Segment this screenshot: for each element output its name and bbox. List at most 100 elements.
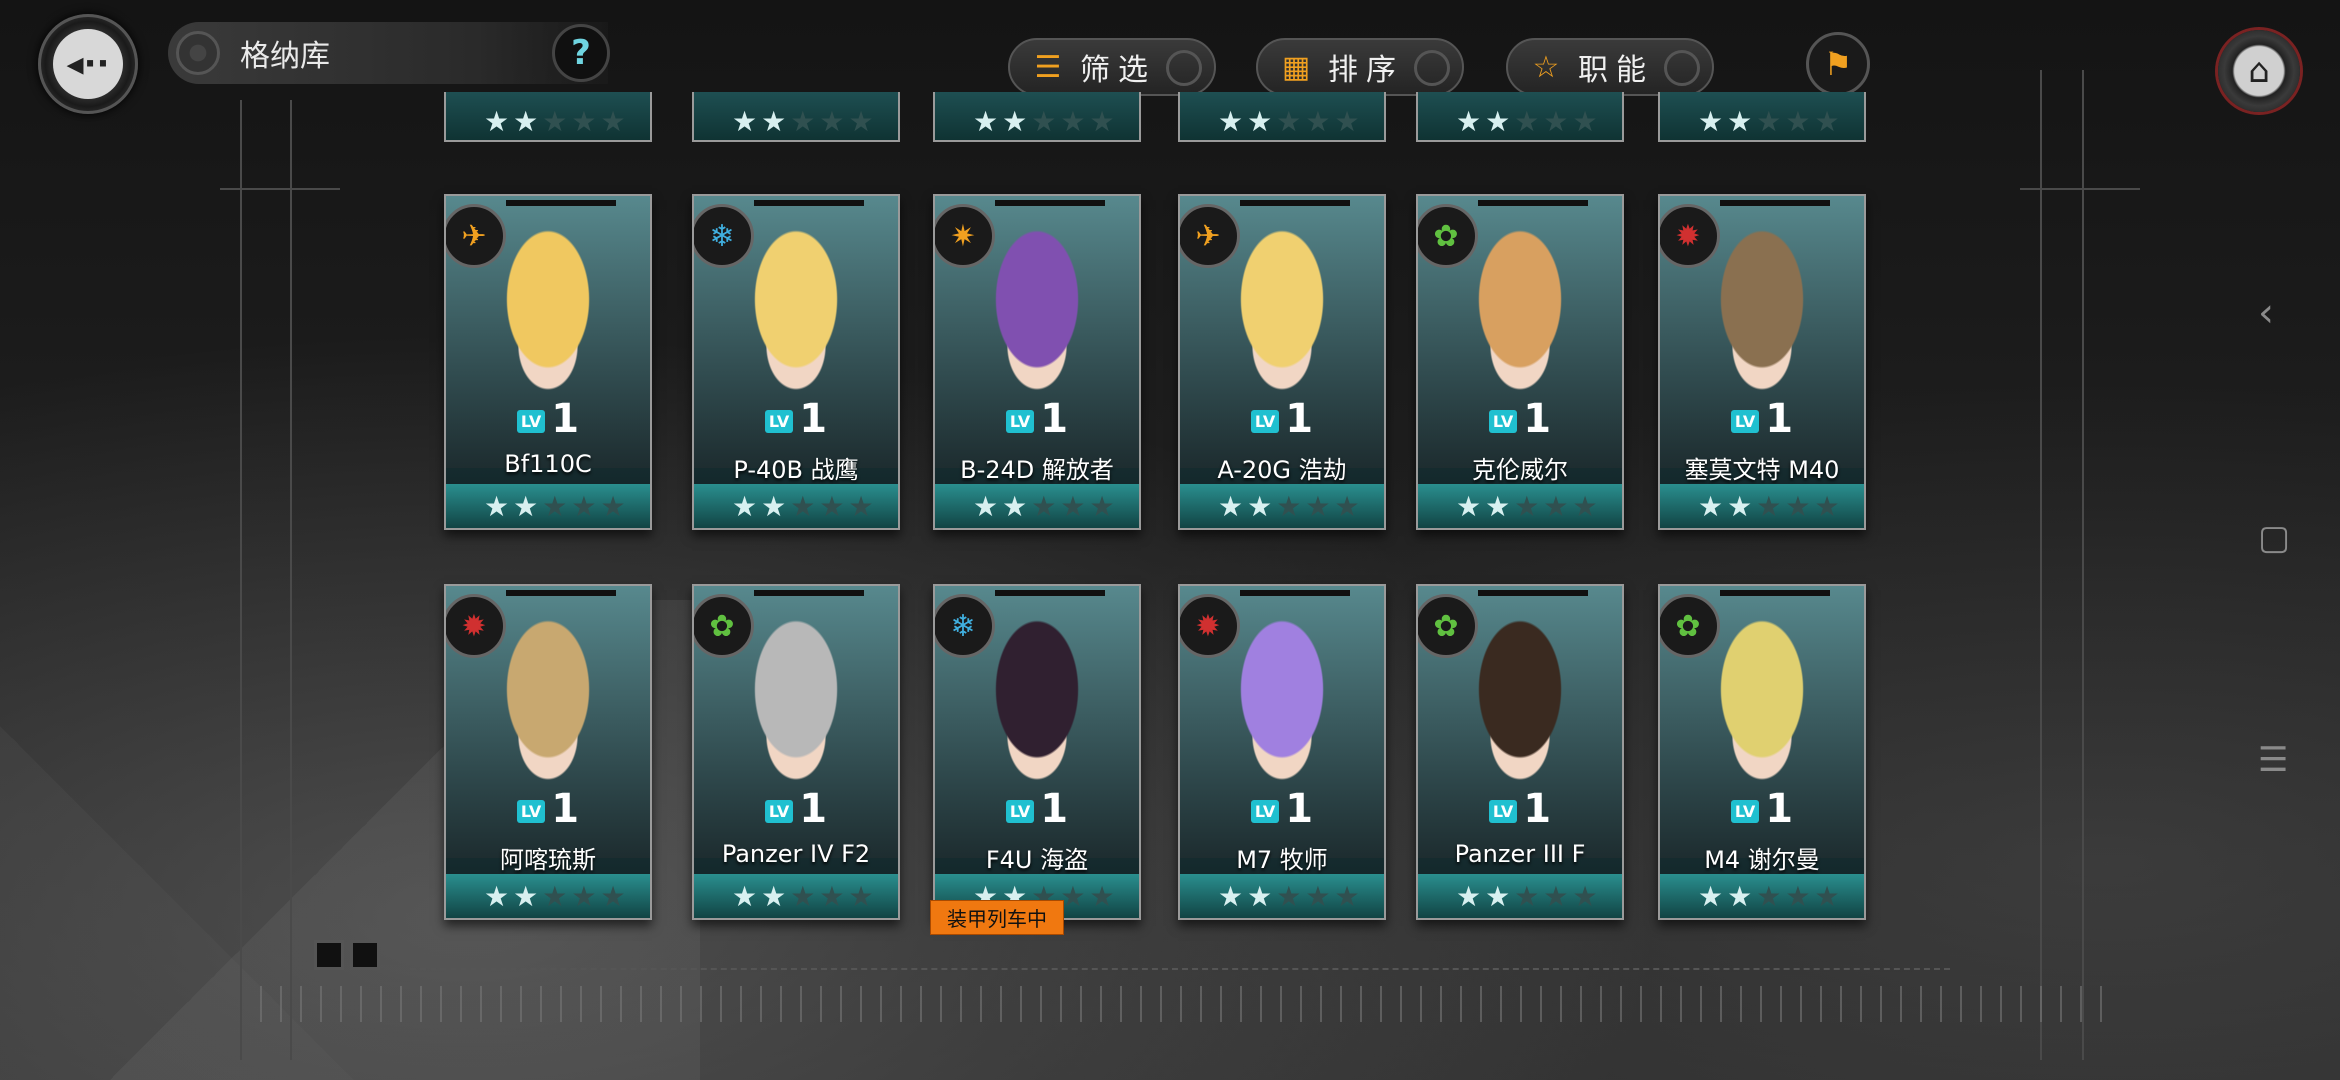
star-rating: ★ ★ ★ ★ ★ xyxy=(1218,105,1360,138)
level-display: LV 1 xyxy=(694,786,898,832)
deco-line-right-2 xyxy=(2082,70,2084,1060)
star-icon: ★ xyxy=(1089,879,1115,913)
collapse-panel-button[interactable]: ‹ xyxy=(2258,290,2274,336)
deco-line-left-2 xyxy=(290,100,292,1060)
gear-icon xyxy=(176,31,220,75)
star-icon: ★ xyxy=(513,489,539,523)
role-button[interactable]: ☆ 职能 xyxy=(1506,38,1714,96)
level-display: LV 1 xyxy=(1418,396,1622,442)
square-nav-button[interactable]: ▢ xyxy=(2258,518,2290,558)
level-display: LV 1 xyxy=(446,786,650,832)
star-rating: ★ ★ ★ ★ ★ xyxy=(1456,105,1598,138)
level-tag-icon: LV xyxy=(764,799,794,823)
star-icon: ★ xyxy=(1514,105,1540,138)
star-icon: ★ xyxy=(848,105,874,138)
level-tag-icon: LV xyxy=(764,409,794,433)
help-button[interactable]: ? xyxy=(552,24,610,82)
star-icon: ★ xyxy=(761,489,787,523)
star-icon: ★ xyxy=(1698,879,1724,913)
card-top-bar xyxy=(1240,590,1350,596)
assault-class-icon: ✹ xyxy=(1660,204,1720,268)
unit-card[interactable]: ✈ LV 1 A-20G 浩劫 ★ ★ ★ ★ ★ xyxy=(1178,194,1386,530)
card-top-bar xyxy=(754,590,864,596)
unit-name: F4U 海盗 xyxy=(985,846,1089,874)
star-icon: ★ xyxy=(1514,489,1540,523)
deco-line-right xyxy=(2040,70,2042,1060)
sort-button[interactable]: ▦ 排序 xyxy=(1256,38,1464,96)
star-icon: ★ xyxy=(1485,879,1511,913)
level-tag-icon: LV xyxy=(1250,409,1280,433)
level-display: LV 1 xyxy=(935,396,1139,442)
unit-card[interactable]: ✹ LV 1 塞莫文特 M40 ★ ★ ★ ★ ★ xyxy=(1658,194,1866,530)
page-dot[interactable] xyxy=(314,940,344,970)
card-top-bar xyxy=(995,200,1105,206)
defense-class-icon: ❄ xyxy=(694,204,754,268)
star-icon: ★ xyxy=(819,489,845,523)
star-icon: ★ xyxy=(1485,105,1511,138)
unit-card[interactable]: ✿ LV 1 克伦威尔 ★ ★ ★ ★ ★ xyxy=(1416,194,1624,530)
unit-card[interactable]: ✿ LV 1 M4 谢尔曼 ★ ★ ★ ★ ★ xyxy=(1658,584,1866,920)
partial-card[interactable]: ★ ★ ★ ★ ★ xyxy=(1178,92,1386,142)
star-icon: ★ xyxy=(1756,879,1782,913)
deco-tick-right xyxy=(2020,188,2140,190)
star-icon: ★ xyxy=(571,105,597,138)
star-icon: ★ xyxy=(1334,879,1360,913)
level-tag-icon: LV xyxy=(1250,799,1280,823)
star-icon: ★ xyxy=(542,105,568,138)
star-icon: ★ xyxy=(1814,879,1840,913)
filter-button[interactable]: ☰ 筛选 xyxy=(1008,38,1216,96)
unit-name: A-20G 浩劫 xyxy=(1217,456,1347,484)
support-class-icon: ✿ xyxy=(694,594,754,658)
partial-card[interactable]: ★ ★ ★ ★ ★ xyxy=(1658,92,1866,142)
unit-card[interactable]: ✹ LV 1 阿喀琉斯 ★ ★ ★ ★ ★ xyxy=(444,584,652,920)
partial-card[interactable]: ★ ★ ★ ★ ★ xyxy=(444,92,652,142)
star-icon: ★ xyxy=(790,105,816,138)
star-icon: ★ xyxy=(1002,105,1028,138)
page-dot[interactable] xyxy=(350,940,380,970)
star-icon: ★ xyxy=(1276,489,1302,523)
star-icon: ★ xyxy=(732,105,758,138)
star-icon: ★ xyxy=(973,105,999,138)
level-display: LV 1 xyxy=(1660,786,1864,832)
menu-icon: ☰ xyxy=(2258,740,2289,780)
star-icon: ★ xyxy=(600,105,626,138)
unit-card[interactable]: ✈ LV 1 Bf110C ★ ★ ★ ★ ★ xyxy=(444,194,652,530)
unit-card[interactable]: ✿ LV 1 Panzer IV F2 ★ ★ ★ ★ ★ xyxy=(692,584,900,920)
star-rating: ★ ★ ★ ★ ★ xyxy=(732,105,874,138)
unit-card[interactable]: ✷ LV 1 B-24D 解放者 ★ ★ ★ ★ ★ xyxy=(933,194,1141,530)
star-icon: ★ xyxy=(484,489,510,523)
star-rating: ★ ★ ★ ★ ★ xyxy=(1418,484,1622,528)
level-display: LV 1 xyxy=(1180,786,1384,832)
star-icon: ★ xyxy=(1456,105,1482,138)
star-icon: ★ xyxy=(513,105,539,138)
level-value: 1 xyxy=(1523,786,1552,832)
menu-nav-button[interactable]: ☰ xyxy=(2258,740,2288,780)
scroll-guide-line xyxy=(410,968,1950,970)
star-icon: ★ xyxy=(1218,879,1244,913)
star-icon: ★ xyxy=(1060,879,1086,913)
unit-card[interactable]: ❄ LV 1 P-40B 战鹰 ★ ★ ★ ★ ★ xyxy=(692,194,900,530)
level-display: LV 1 xyxy=(1660,396,1864,442)
partial-card[interactable]: ★ ★ ★ ★ ★ xyxy=(933,92,1141,142)
back-button[interactable]: ◂·· xyxy=(38,14,138,114)
partial-card[interactable]: ★ ★ ★ ★ ★ xyxy=(1416,92,1624,142)
unit-card[interactable]: ✹ LV 1 M7 牧师 ★ ★ ★ ★ ★ xyxy=(1178,584,1386,920)
home-button[interactable]: ⌂ xyxy=(2218,30,2300,112)
star-icon: ★ xyxy=(1785,489,1811,523)
support-class-icon: ✿ xyxy=(1660,594,1720,658)
ruler-ticks xyxy=(260,986,2120,1022)
flag-icon: ⚑ xyxy=(1823,45,1853,83)
flag-button[interactable]: ⚑ xyxy=(1806,32,1870,96)
grid-icon: ▦ xyxy=(1281,49,1311,85)
star-icon: ★ xyxy=(1727,489,1753,523)
question-icon: ? xyxy=(571,33,591,73)
star-icon: ★ xyxy=(1218,105,1244,138)
star-icon: ★ xyxy=(1089,105,1115,138)
star-rating: ★ ★ ★ ★ ★ xyxy=(1418,874,1622,918)
star-icon: ★ xyxy=(1572,879,1598,913)
unit-name: M4 谢尔曼 xyxy=(1704,846,1820,874)
unit-card[interactable]: ❄ LV 1 F4U 海盗 ★ ★ ★ ★ ★ xyxy=(933,584,1141,920)
star-icon: ★ xyxy=(1727,105,1753,138)
unit-card[interactable]: ✿ LV 1 Panzer III F ★ ★ ★ ★ ★ xyxy=(1416,584,1624,920)
partial-card[interactable]: ★ ★ ★ ★ ★ xyxy=(692,92,900,142)
